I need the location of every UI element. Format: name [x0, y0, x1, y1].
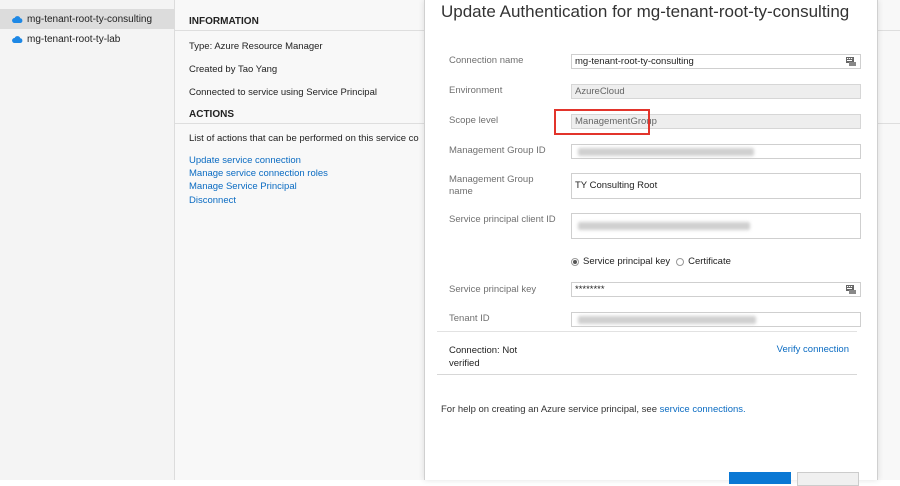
disconnect-link[interactable]: Disconnect [189, 195, 236, 206]
manage-service-principal-link[interactable]: Manage Service Principal [189, 181, 297, 192]
connection-name-value: mg-tenant-root-ty-consulting [575, 56, 694, 67]
management-group-name-label: Management Group name [449, 174, 534, 197]
management-group-name-input[interactable]: TY Consulting Root [571, 173, 861, 199]
connections-sidebar: mg-tenant-root-ty-consulting mg-tenant-r… [0, 0, 175, 480]
ok-button[interactable] [729, 472, 791, 484]
actions-heading: ACTIONS [189, 109, 234, 120]
update-service-connection-link[interactable]: Update service connection [189, 155, 301, 166]
cloud-icon [12, 15, 23, 23]
service-principal-client-id-input[interactable] [571, 213, 861, 239]
management-group-id-input[interactable] [571, 144, 861, 159]
service-connections-link[interactable]: service connections. [660, 404, 746, 415]
help-text-prefix: For help on creating an Azure service pr… [441, 404, 660, 415]
service-principal-key-value: ******** [575, 284, 605, 295]
credential-type-radio-group: Service principal key Certificate [571, 256, 731, 267]
information-heading: INFORMATION [189, 16, 259, 27]
cloud-icon [12, 35, 23, 43]
service-principal-key-radio[interactable] [571, 257, 579, 266]
connected-via-text: Connected to service using Service Princ… [189, 87, 377, 98]
sidebar-item-label: mg-tenant-root-ty-consulting [27, 13, 153, 25]
help-text: For help on creating an Azure service pr… [441, 404, 746, 415]
scope-level-label: Scope level [449, 115, 499, 126]
management-group-id-label: Management Group ID [449, 145, 546, 156]
actions-description: List of actions that can be performed on… [189, 133, 419, 144]
sidebar-item-mg-tenant-root-ty-consulting[interactable]: mg-tenant-root-ty-consulting [0, 9, 174, 29]
tenant-id-input[interactable] [571, 312, 861, 327]
cancel-button[interactable] [797, 472, 859, 486]
update-authentication-dialog: Update Authentication for mg-tenant-root… [424, 0, 878, 486]
certificate-radio[interactable] [676, 257, 685, 266]
connection-type-text: Type: Azure Resource Manager [189, 41, 323, 52]
manage-service-connection-roles-link[interactable]: Manage service connection roles [189, 168, 328, 179]
authentication-form: Connection name mg-tenant-root-ty-consul… [437, 38, 861, 375]
service-principal-key-label: Service principal key [449, 284, 537, 295]
redacted-value [578, 148, 754, 156]
service-principal-client-id-label: Service principal client ID [449, 214, 556, 225]
management-group-name-value: TY Consulting Root [575, 180, 658, 191]
sidebar-item-label: mg-tenant-root-ty-lab [27, 33, 121, 45]
connection-name-label: Connection name [449, 55, 524, 66]
tenant-id-label: Tenant ID [449, 313, 490, 324]
connection-name-input[interactable]: mg-tenant-root-ty-consulting [571, 54, 861, 69]
environment-field: AzureCloud [571, 84, 861, 99]
sidebar-item-mg-tenant-root-ty-lab[interactable]: mg-tenant-root-ty-lab [0, 29, 174, 49]
verify-connection-link[interactable]: Verify connection [777, 344, 849, 355]
keyboard-icon[interactable] [846, 285, 856, 294]
divider [437, 331, 857, 332]
scope-level-highlight-box [554, 109, 650, 135]
service-principal-key-radio-label[interactable]: Service principal key [583, 256, 670, 267]
environment-label: Environment [449, 85, 503, 96]
keyboard-icon[interactable] [846, 57, 856, 66]
connection-status-text: Connection: Not verified [449, 345, 518, 369]
redacted-value [578, 222, 750, 230]
dialog-title: Update Authentication for mg-tenant-root… [441, 2, 850, 21]
environment-value: AzureCloud [575, 86, 625, 97]
redacted-value [578, 316, 756, 324]
certificate-radio-label[interactable]: Certificate [688, 256, 731, 267]
created-by-text: Created by Tao Yang [189, 64, 278, 75]
service-principal-key-input[interactable]: ******** [571, 282, 861, 297]
